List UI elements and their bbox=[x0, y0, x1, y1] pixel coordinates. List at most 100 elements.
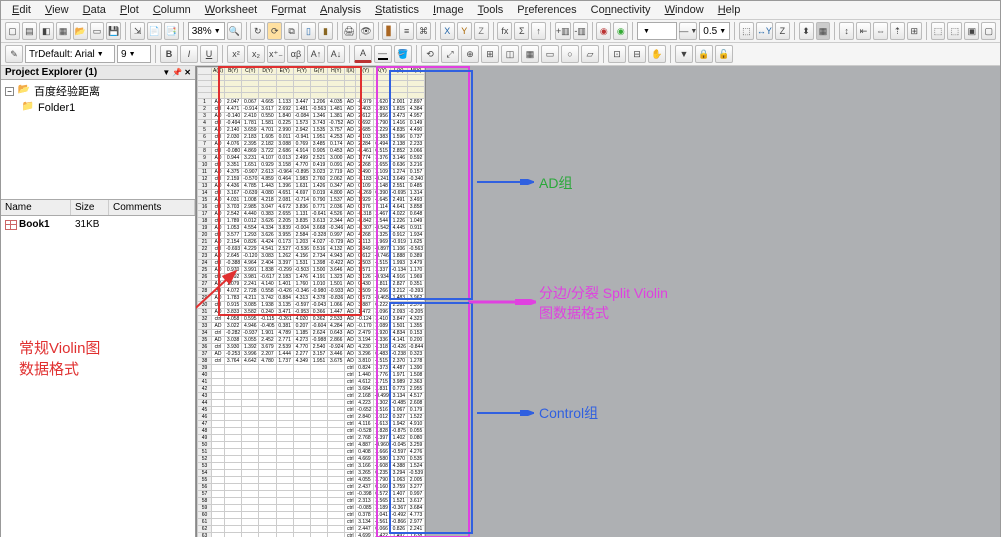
import-single-button[interactable]: 📄 bbox=[147, 22, 162, 40]
open-template-button[interactable]: ▭ bbox=[90, 22, 105, 40]
menu-worksheet[interactable]: Worksheet bbox=[198, 2, 264, 18]
rescale-z-button[interactable]: Z bbox=[775, 22, 790, 40]
mask-button[interactable]: ◉ bbox=[596, 22, 611, 40]
line-color-button[interactable]: ― bbox=[374, 45, 392, 63]
menu-image[interactable]: Image bbox=[426, 2, 471, 18]
sub-button[interactable]: x₂ bbox=[247, 45, 265, 63]
preview-button[interactable]: 👁 bbox=[359, 22, 374, 40]
supsub-button[interactable]: x⁺₋ bbox=[267, 45, 285, 63]
data-selector-button[interactable]: ◫ bbox=[501, 45, 519, 63]
dup-button[interactable]: ⧉ bbox=[284, 22, 299, 40]
back-button[interactable]: ▢ bbox=[981, 22, 996, 40]
sort-asc-button[interactable]: ↑ bbox=[531, 22, 546, 40]
underline-button[interactable]: U bbox=[200, 45, 218, 63]
bold-button[interactable]: B bbox=[160, 45, 178, 63]
menu-data[interactable]: Data bbox=[76, 2, 113, 18]
col-header-comments[interactable]: Comments bbox=[109, 200, 195, 215]
align-left-button[interactable]: ⇤ bbox=[856, 22, 871, 40]
anti-alias-button[interactable]: ⬍ bbox=[799, 22, 814, 40]
recalc-button[interactable]: ⟳ bbox=[267, 22, 282, 40]
unlock-button[interactable]: 🔓 bbox=[715, 45, 733, 63]
add-col-button[interactable]: +▥ bbox=[555, 22, 571, 40]
results-log-toggle[interactable]: ≡ bbox=[399, 22, 414, 40]
line-width-combo[interactable]: 0.5▼ bbox=[699, 22, 730, 40]
zoom-combo[interactable]: 38%▼ bbox=[188, 22, 225, 40]
open-button[interactable]: 📂 bbox=[73, 22, 88, 40]
shrink-button[interactable]: ⊟ bbox=[628, 45, 646, 63]
pe-dropdown-icon[interactable]: ▼ bbox=[162, 68, 170, 77]
rect-tool-button[interactable]: ▭ bbox=[541, 45, 559, 63]
filter-button[interactable]: ▼ bbox=[675, 45, 693, 63]
tree-root-node[interactable]: − 📂 百度经验距离 bbox=[3, 82, 193, 100]
new-graph-button[interactable]: ◧ bbox=[39, 22, 54, 40]
menu-view[interactable]: View bbox=[38, 2, 76, 18]
menu-plot[interactable]: Plot bbox=[113, 2, 146, 18]
style-pointer-button[interactable]: ✎ bbox=[5, 45, 23, 63]
refresh-button[interactable]: ↻ bbox=[250, 22, 265, 40]
y-column-button[interactable]: Y bbox=[457, 22, 472, 40]
3d-rotate-button[interactable]: ⟲ bbox=[421, 45, 439, 63]
unmask-button[interactable]: ◉ bbox=[613, 22, 628, 40]
greek-button[interactable]: αβ bbox=[287, 45, 305, 63]
new-project-button[interactable]: ▢ bbox=[5, 22, 20, 40]
fill-color-button[interactable]: 🪣 bbox=[394, 45, 412, 63]
font-combo[interactable]: Tr Default: Arial▼ bbox=[25, 45, 115, 63]
menu-analysis[interactable]: Analysis bbox=[313, 2, 368, 18]
save-button[interactable]: 💾 bbox=[106, 22, 121, 40]
set-col-values-button[interactable]: fx bbox=[497, 22, 512, 40]
import-wizard-button[interactable]: ⇲ bbox=[130, 22, 145, 40]
decfont-button[interactable]: A↓ bbox=[327, 45, 345, 63]
menu-window[interactable]: Window bbox=[658, 2, 711, 18]
new-workbook-button[interactable]: ▤ bbox=[22, 22, 37, 40]
worksheet-window[interactable]: A(X)B(Y)C(Y)D(Y)E(Y)F(Y)G(Y)H(Y)I(X)J(Y)… bbox=[196, 66, 426, 537]
col-header-size[interactable]: Size bbox=[71, 200, 109, 215]
menu-edit[interactable]: Edit bbox=[5, 2, 38, 18]
text-color-button[interactable]: A bbox=[354, 45, 372, 63]
ungroup-button[interactable]: ⬚ bbox=[947, 22, 962, 40]
print-button[interactable]: 🖨 bbox=[342, 22, 357, 40]
statistics-button[interactable]: Σ bbox=[514, 22, 529, 40]
list-item[interactable]: Book1 31KB bbox=[1, 216, 195, 233]
data-reader-button[interactable]: ⊞ bbox=[481, 45, 499, 63]
distribute-button[interactable]: ⊞ bbox=[907, 22, 922, 40]
del-col-button[interactable]: -▥ bbox=[573, 22, 588, 40]
polygon-tool-button[interactable]: ▱ bbox=[581, 45, 599, 63]
style-combo[interactable]: ▼ bbox=[637, 22, 677, 40]
col-header-name[interactable]: Name bbox=[1, 200, 71, 215]
tree-folder-node[interactable]: 📁 Folder1 bbox=[3, 100, 193, 116]
menu-help[interactable]: Help bbox=[711, 2, 748, 18]
menu-connectivity[interactable]: Connectivity bbox=[584, 2, 658, 18]
zoom-in-button[interactable]: 🔍 bbox=[227, 22, 242, 40]
super-button[interactable]: x² bbox=[227, 45, 245, 63]
oval-tool-button[interactable]: ○ bbox=[561, 45, 579, 63]
menu-format[interactable]: Format bbox=[264, 2, 313, 18]
menu-tools[interactable]: Tools bbox=[471, 2, 511, 18]
rescale-show-all-button[interactable]: ⤢ bbox=[441, 45, 459, 63]
screen-reader-button[interactable]: ⊕ bbox=[461, 45, 479, 63]
incfont-button[interactable]: A↑ bbox=[307, 45, 325, 63]
project-explorer-toggle[interactable]: ▋ bbox=[382, 22, 397, 40]
x-column-button[interactable]: X bbox=[440, 22, 455, 40]
font-size-combo[interactable]: 9▼ bbox=[117, 45, 151, 63]
pe-close-icon[interactable]: ✕ bbox=[184, 68, 191, 77]
new-matrix-button[interactable]: ▦ bbox=[56, 22, 71, 40]
enlarge-button[interactable]: ⊡ bbox=[608, 45, 626, 63]
snap-button[interactable]: ↕ bbox=[839, 22, 854, 40]
regional-mask-button[interactable]: ▦ bbox=[521, 45, 539, 63]
group-button[interactable]: ⬚ bbox=[931, 22, 946, 40]
new-layout-button[interactable]: ▯ bbox=[301, 22, 316, 40]
code-builder-button[interactable]: ⌘ bbox=[416, 22, 431, 40]
collapse-icon[interactable]: − bbox=[5, 87, 14, 96]
italic-button[interactable]: I bbox=[180, 45, 198, 63]
line-style-button[interactable]: ―▼ bbox=[679, 22, 697, 40]
layer-btn[interactable]: ⬚ bbox=[739, 22, 754, 40]
pe-pin-icon[interactable]: 📌 bbox=[172, 68, 182, 77]
pan-tool-button[interactable]: ✋ bbox=[648, 45, 666, 63]
add-graph-button[interactable]: ▮ bbox=[318, 22, 333, 40]
align-center-button[interactable]: ⇔ bbox=[873, 22, 888, 40]
lock-button[interactable]: 🔒 bbox=[695, 45, 713, 63]
menu-column[interactable]: Column bbox=[146, 2, 198, 18]
rescale-x-button[interactable]: ↔Y bbox=[756, 22, 773, 40]
menu-statistics[interactable]: Statistics bbox=[368, 2, 426, 18]
import-multi-button[interactable]: 📑 bbox=[164, 22, 179, 40]
